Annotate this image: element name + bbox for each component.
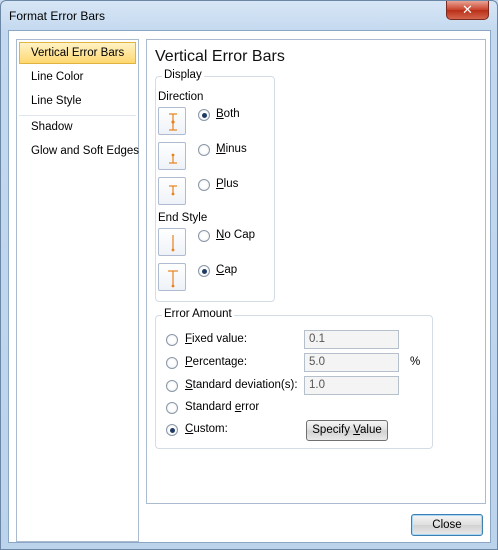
error-amount-group: Error Amount Fixed value: 0.1 Percentage… bbox=[155, 308, 433, 449]
end-style-cap-radio[interactable] bbox=[198, 265, 210, 277]
direction-both-label[interactable]: Both bbox=[216, 108, 240, 120]
direction-both-radio[interactable] bbox=[198, 109, 210, 121]
error-amount-group-label: Error Amount bbox=[162, 308, 234, 320]
error-bar-cap-icon[interactable] bbox=[158, 263, 186, 291]
settings-panel: Vertical Error Bars Display Direction Bo… bbox=[146, 39, 486, 504]
end-style-no-cap-label[interactable]: No Cap bbox=[216, 229, 255, 241]
category-list: Vertical Error Bars Line Color Line Styl… bbox=[16, 39, 139, 542]
nav-item-label: Glow and Soft Edges bbox=[31, 145, 140, 157]
nav-item-label: Line Color bbox=[31, 71, 84, 83]
direction-plus-radio[interactable] bbox=[198, 179, 210, 191]
percentage-label[interactable]: Percentage: bbox=[185, 356, 247, 368]
fixed-value-field[interactable]: 0.1 bbox=[304, 330, 399, 349]
format-error-bars-dialog: Format Error Bars ✕ Vertical Error Bars … bbox=[0, 0, 498, 550]
window-title: Format Error Bars bbox=[9, 9, 106, 23]
error-bar-no-cap-icon[interactable] bbox=[158, 228, 186, 256]
nav-item-glow-soft-edges[interactable]: Glow and Soft Edges bbox=[19, 140, 140, 162]
standard-error-radio[interactable] bbox=[166, 402, 178, 414]
standard-deviation-label[interactable]: Standard deviation(s): bbox=[185, 379, 298, 391]
nav-item-line-color[interactable]: Line Color bbox=[19, 66, 136, 88]
nav-item-label: Vertical Error Bars bbox=[31, 47, 125, 59]
display-group: Display Direction Both Minus Plus End St… bbox=[155, 69, 275, 302]
display-group-label: Display bbox=[162, 69, 204, 81]
percentage-radio[interactable] bbox=[166, 357, 178, 369]
standard-deviation-radio[interactable] bbox=[166, 380, 178, 392]
direction-plus-label[interactable]: Plus bbox=[216, 178, 238, 190]
end-style-label: End Style bbox=[158, 212, 208, 224]
nav-item-shadow[interactable]: Shadow bbox=[19, 116, 136, 138]
specify-value-button[interactable]: Specify Value bbox=[306, 420, 388, 441]
fixed-value-radio[interactable] bbox=[166, 334, 178, 346]
percentage-field[interactable]: 5.0 bbox=[304, 353, 399, 372]
close-button[interactable]: Close bbox=[411, 514, 483, 536]
nav-item-label: Line Style bbox=[31, 95, 82, 107]
standard-error-label[interactable]: Standard error bbox=[185, 401, 259, 413]
end-style-no-cap-radio[interactable] bbox=[198, 230, 210, 242]
end-style-cap-label[interactable]: Cap bbox=[216, 264, 237, 276]
panel-heading: Vertical Error Bars bbox=[155, 48, 285, 65]
dialog-client-area: Vertical Error Bars Line Color Line Styl… bbox=[8, 30, 491, 543]
window-close-button[interactable]: ✕ bbox=[446, 1, 489, 20]
nav-item-line-style[interactable]: Line Style bbox=[19, 90, 136, 112]
direction-label: Direction bbox=[158, 91, 204, 103]
custom-label[interactable]: Custom: bbox=[185, 423, 228, 435]
error-bar-minus-icon[interactable] bbox=[158, 142, 186, 170]
nav-item-label: Shadow bbox=[31, 121, 73, 133]
direction-minus-radio[interactable] bbox=[198, 144, 210, 156]
percent-suffix: % bbox=[410, 356, 421, 368]
fixed-value-label[interactable]: Fixed value: bbox=[185, 333, 247, 345]
custom-radio[interactable] bbox=[166, 424, 178, 436]
error-bar-plus-icon[interactable] bbox=[158, 177, 186, 205]
direction-minus-label[interactable]: Minus bbox=[216, 143, 247, 155]
nav-item-vertical-error-bars[interactable]: Vertical Error Bars bbox=[19, 42, 136, 64]
error-bar-both-icon[interactable] bbox=[158, 107, 186, 135]
standard-deviation-field[interactable]: 1.0 bbox=[304, 376, 399, 395]
